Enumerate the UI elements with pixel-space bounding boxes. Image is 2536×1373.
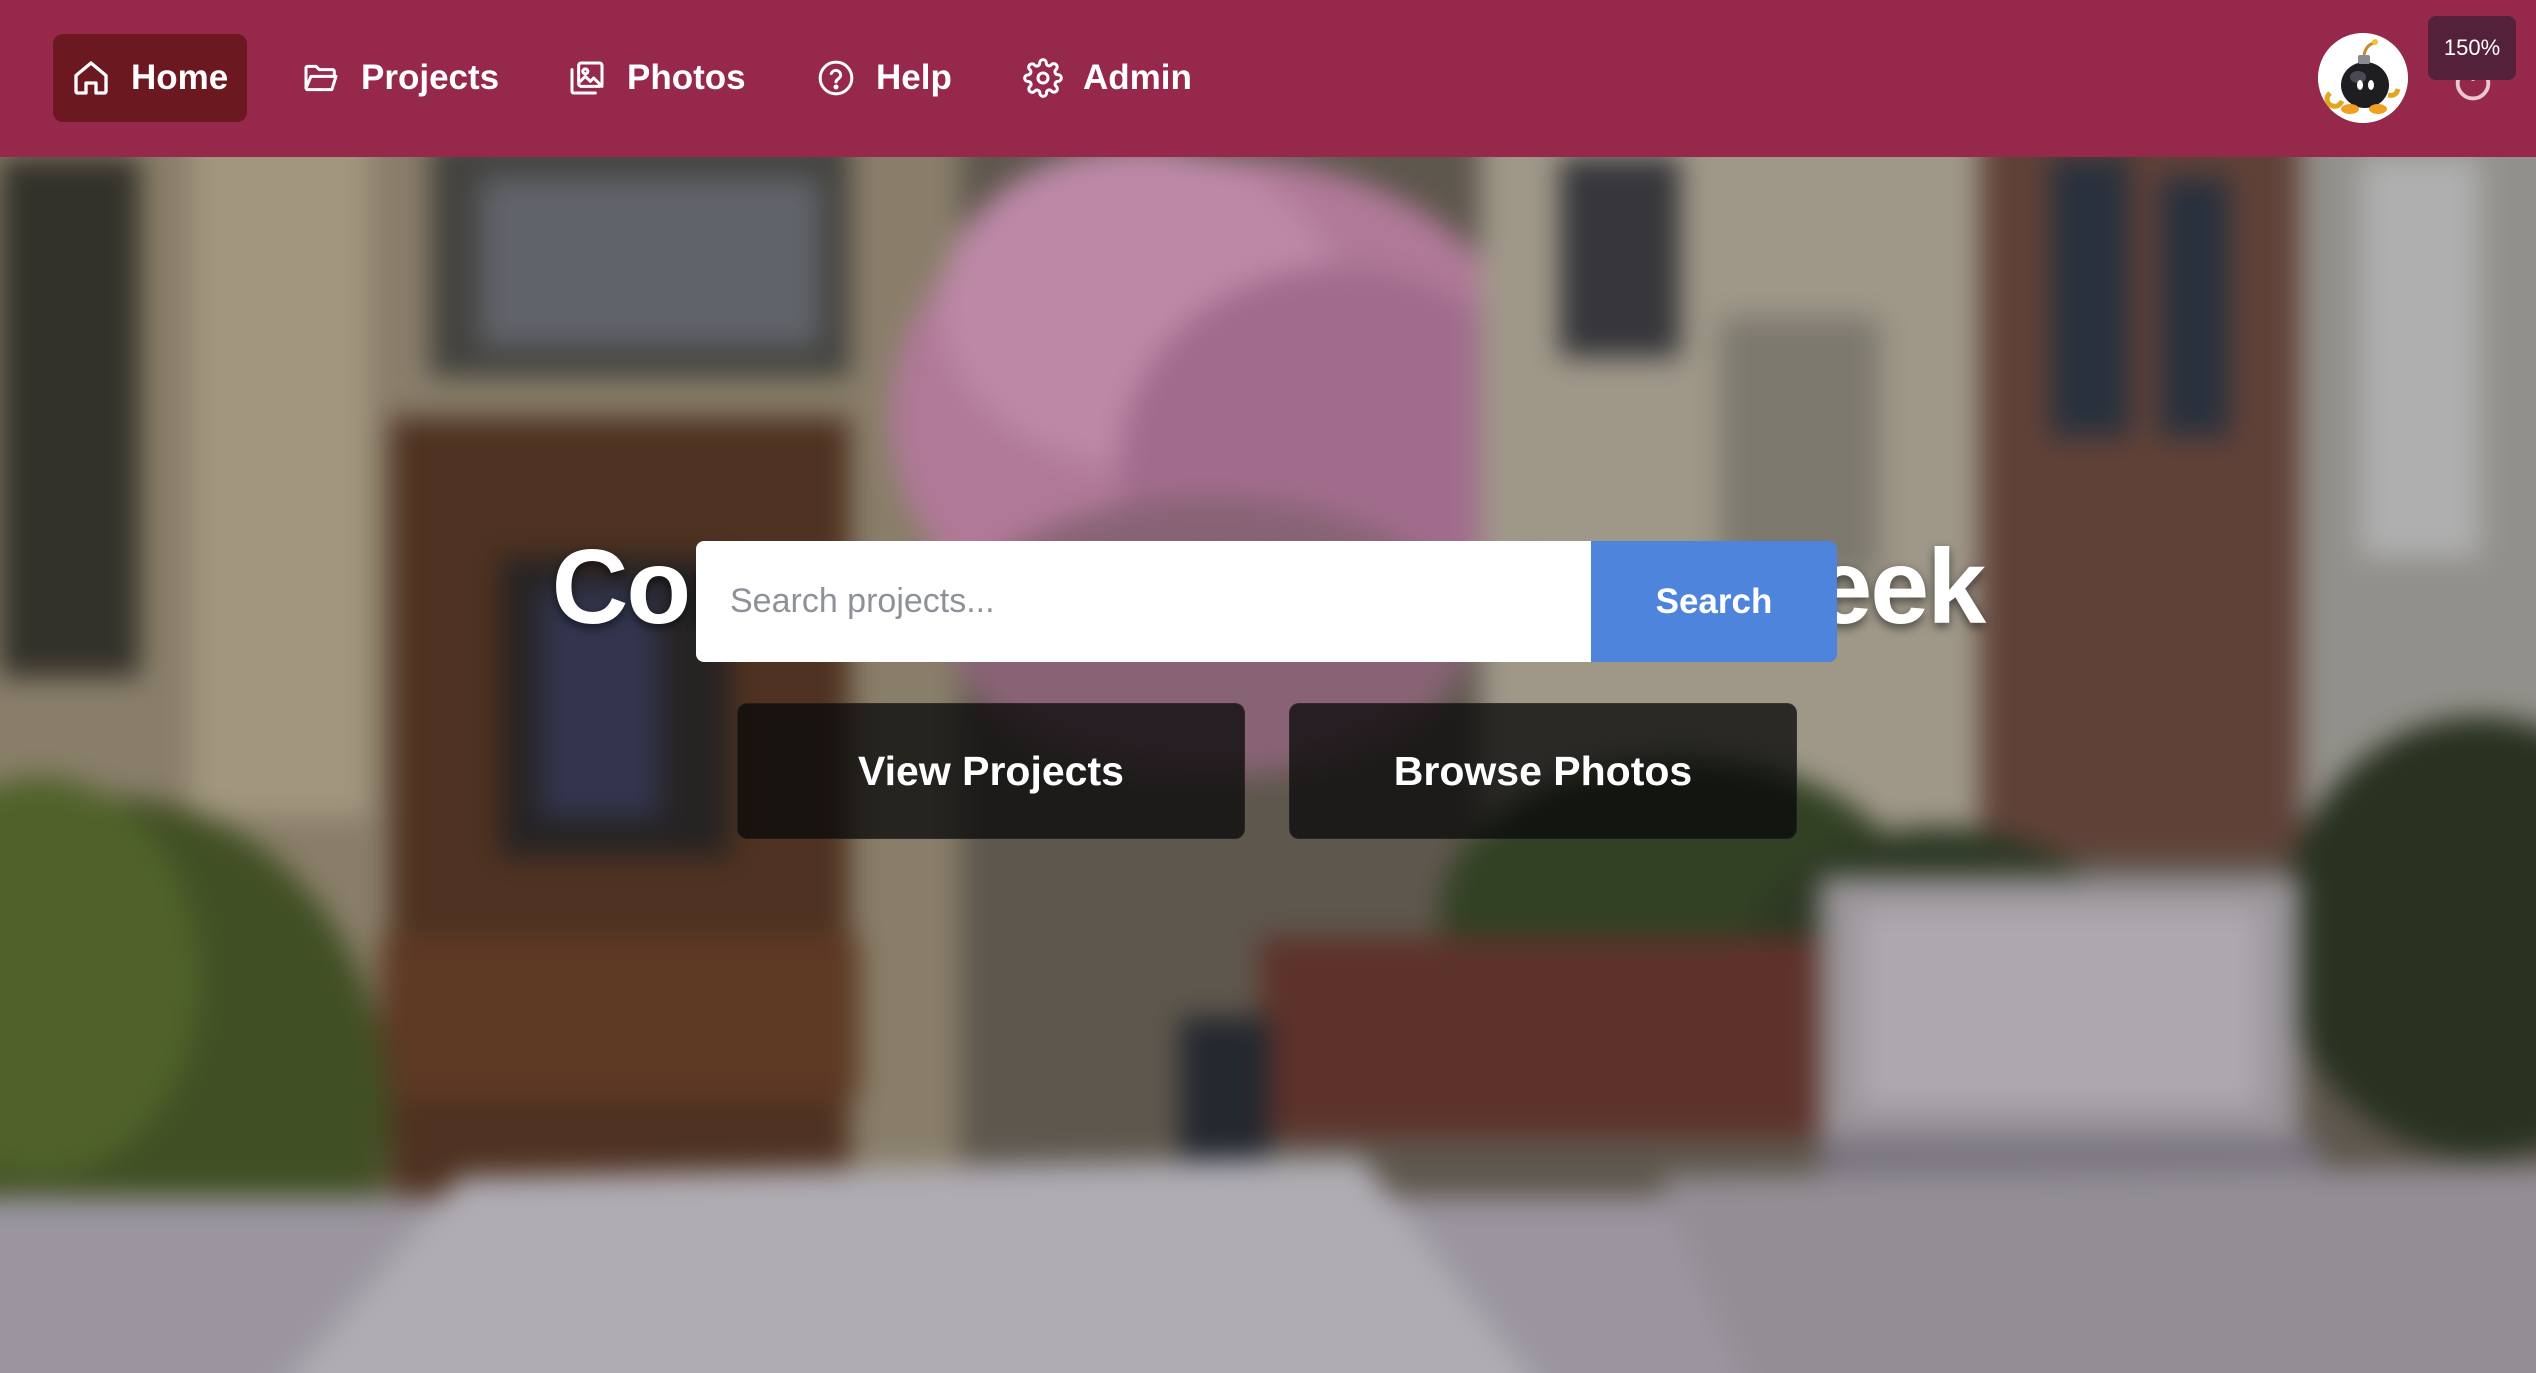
view-projects-button[interactable]: View Projects <box>737 703 1245 839</box>
help-circle-icon <box>816 58 856 98</box>
search-input[interactable] <box>696 541 1591 662</box>
search-button[interactable]: Search <box>1591 541 1837 662</box>
folder-icon <box>301 58 341 98</box>
nav-help[interactable]: Help <box>798 34 970 122</box>
nav-home-label: Home <box>131 58 229 97</box>
home-icon <box>71 58 111 98</box>
nav-photos[interactable]: Photos <box>549 34 764 122</box>
hero-background-image <box>0 157 2536 1373</box>
nav-projects-label: Projects <box>361 58 500 97</box>
top-navbar: Home Projects Photos Help Admin 150% <box>0 0 2536 157</box>
gear-icon <box>1023 58 1063 98</box>
photos-icon <box>567 58 607 98</box>
user-avatar[interactable] <box>2318 33 2408 123</box>
browse-photos-button[interactable]: Browse Photos <box>1289 703 1797 839</box>
zoom-level-badge: 150% <box>2428 16 2516 80</box>
nav-home[interactable]: Home <box>53 34 247 122</box>
hero-section: Commonwealth Project Week <box>0 157 2536 1373</box>
nav-projects[interactable]: Projects <box>283 34 517 122</box>
nav-admin[interactable]: Admin <box>1005 34 1210 122</box>
nav-admin-label: Admin <box>1083 58 1192 97</box>
bomb-avatar-icon <box>2318 33 2408 123</box>
nav-photos-label: Photos <box>627 58 746 97</box>
nav-help-label: Help <box>876 58 952 97</box>
